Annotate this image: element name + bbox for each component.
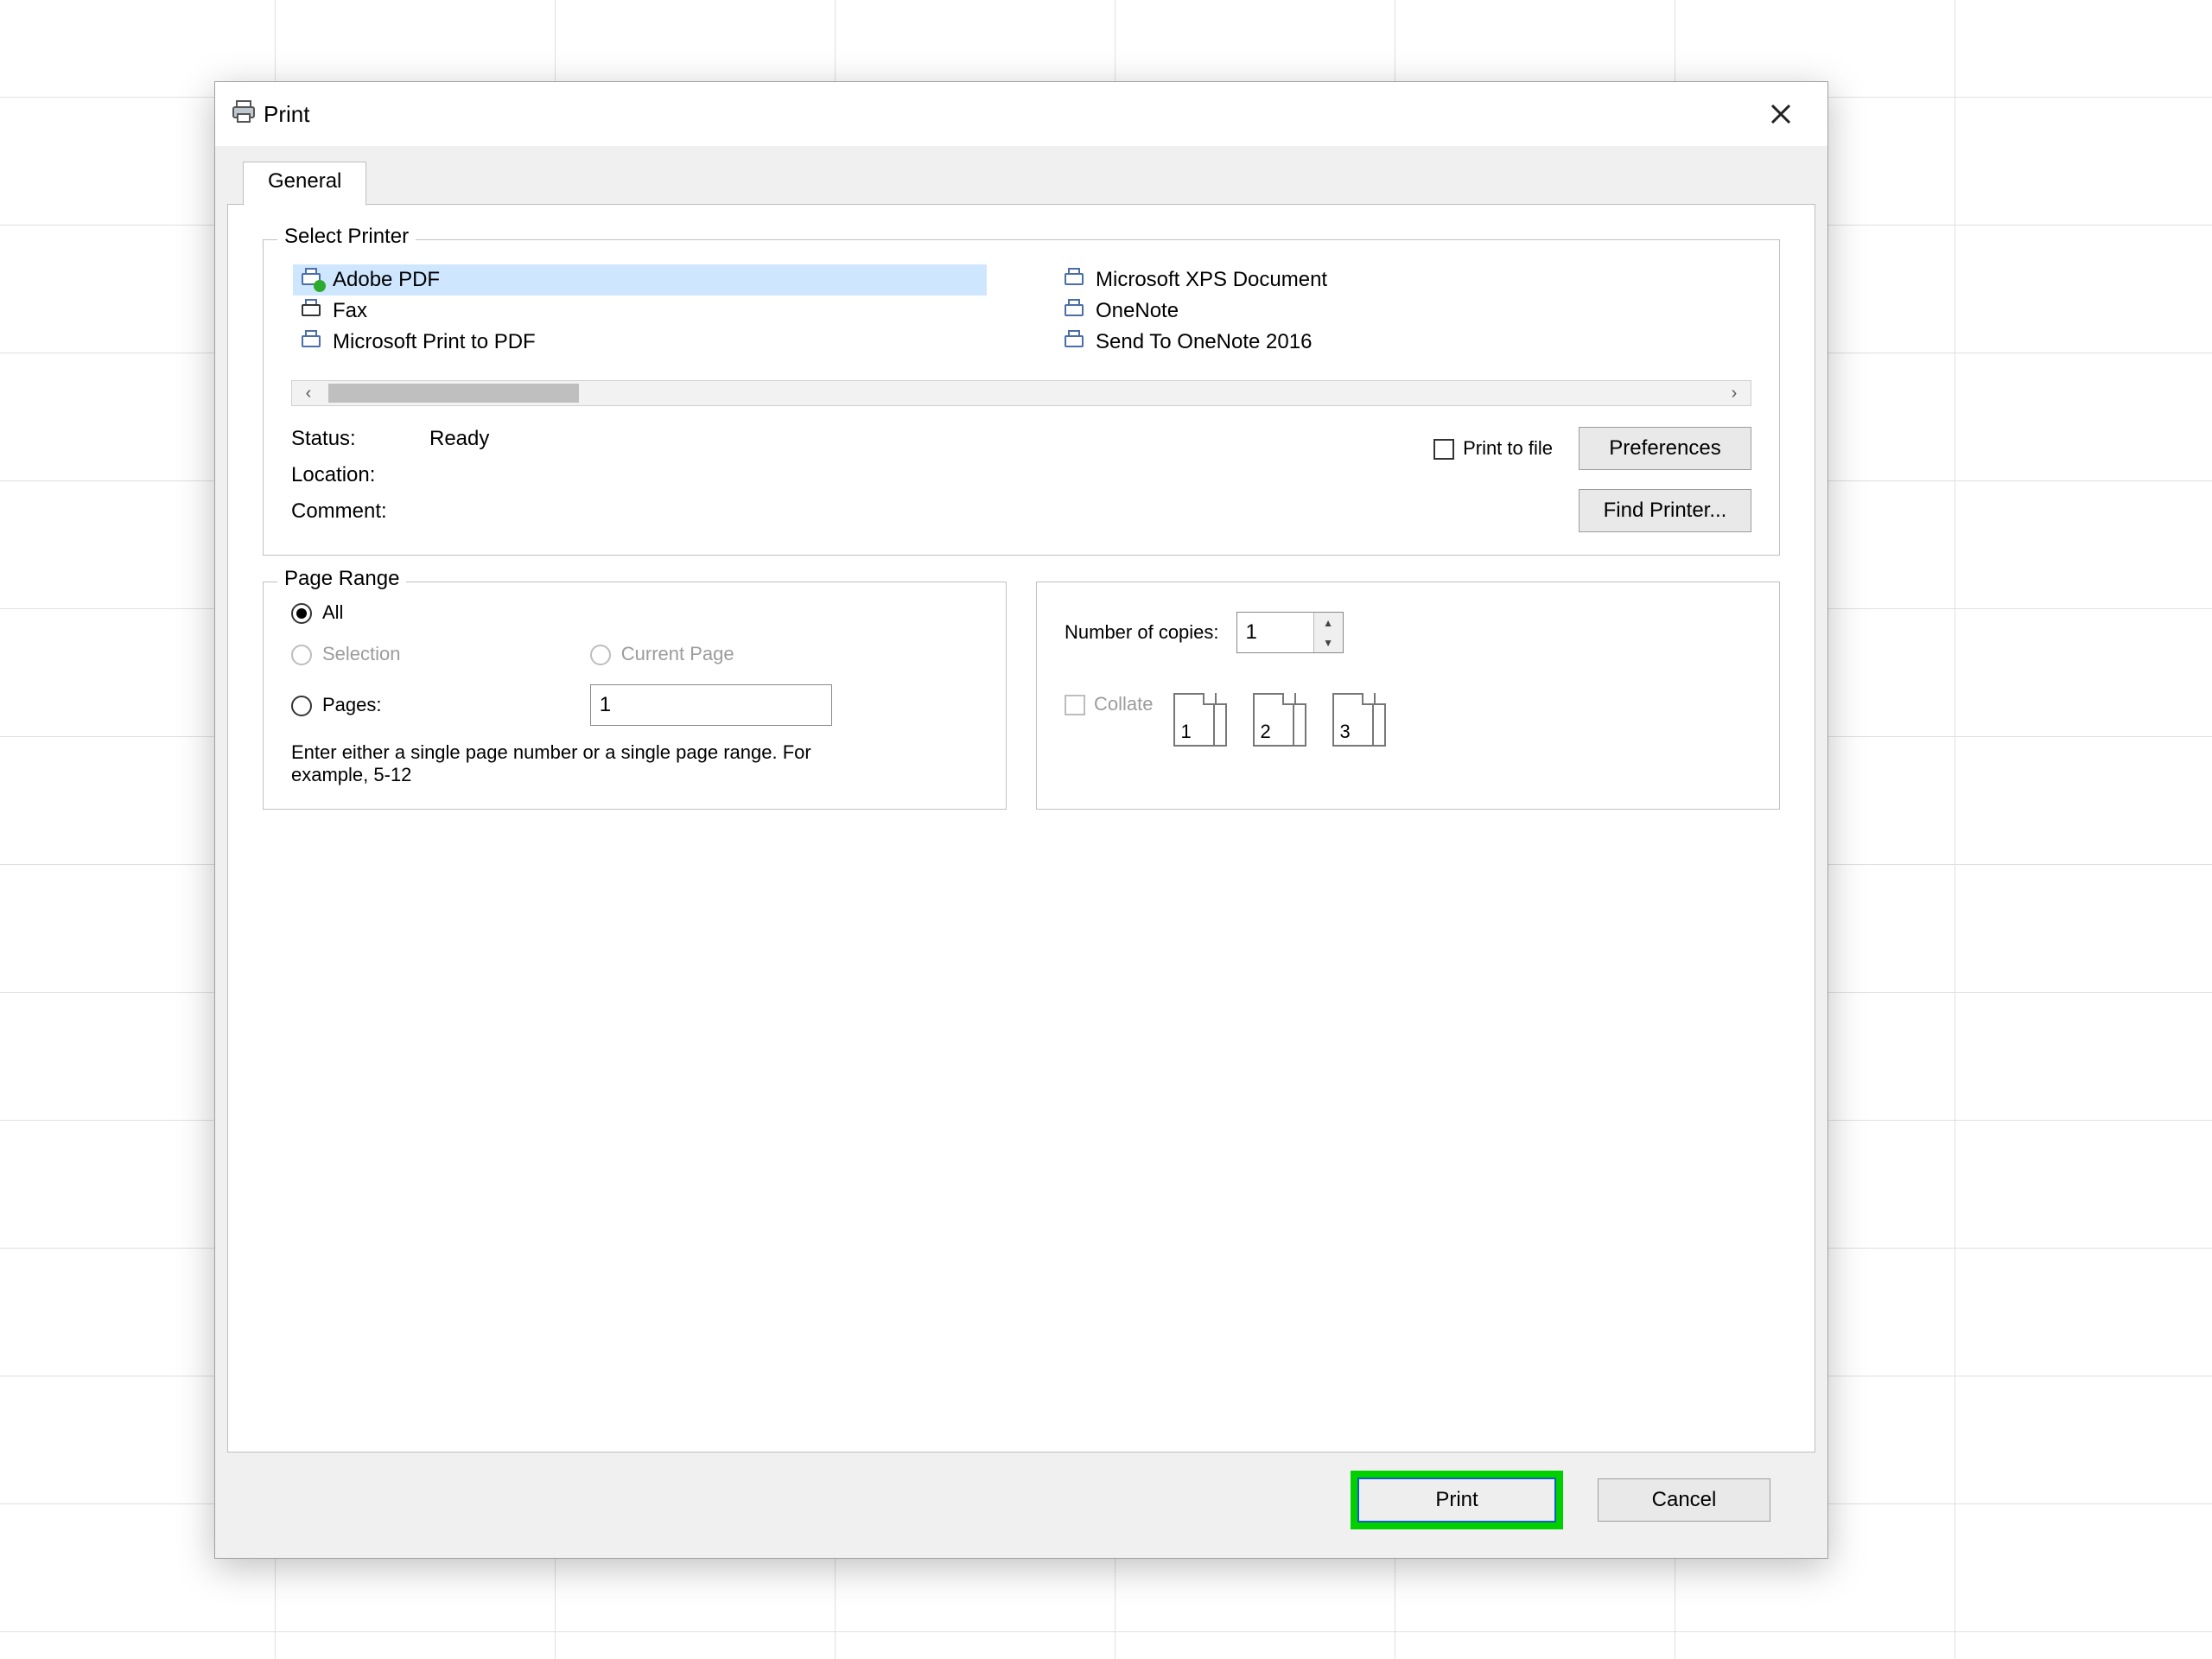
page-range-hint: Enter either a single page number or a s… (291, 741, 827, 786)
close-button[interactable] (1750, 92, 1812, 136)
spinner-up-icon[interactable]: ▲ (1314, 613, 1343, 632)
spinner-down-icon[interactable]: ▼ (1314, 632, 1343, 652)
select-printer-group: Select Printer Adobe PDF Fax (263, 239, 1780, 556)
checkbox-icon (1433, 439, 1454, 460)
dialog-footer: Print Cancel (227, 1452, 1815, 1548)
radio-icon (291, 696, 312, 716)
copies-spinner[interactable]: ▲ ▼ (1236, 612, 1344, 653)
printer-label: Microsoft Print to PDF (333, 330, 536, 354)
radio-all[interactable]: All (291, 601, 547, 624)
collate-checkbox: Collate (1065, 693, 1153, 715)
select-printer-legend: Select Printer (277, 225, 416, 249)
printer-label: OneNote (1096, 299, 1179, 323)
checkbox-icon (1065, 695, 1085, 715)
comment-label: Comment: (291, 499, 429, 524)
tabstrip: General (227, 158, 1815, 205)
radio-pages[interactable]: Pages: (291, 694, 547, 716)
fax-icon (298, 301, 324, 321)
location-label: Location: (291, 463, 429, 487)
scroll-thumb[interactable] (328, 384, 579, 403)
radio-icon (291, 603, 312, 624)
printer-item-ms-print-to-pdf[interactable]: Microsoft Print to PDF (293, 327, 987, 358)
print-to-file-label: Print to file (1463, 437, 1553, 459)
printer-label: Send To OneNote 2016 (1096, 330, 1312, 354)
print-button[interactable]: Print (1357, 1478, 1556, 1522)
radio-icon (291, 645, 312, 665)
printer-icon (1061, 270, 1087, 290)
tutorial-highlight: Print (1351, 1471, 1563, 1529)
printer-icon (1061, 301, 1087, 321)
print-dialog: Print General Select Printer Adobe PDF (214, 81, 1828, 1559)
cancel-button[interactable]: Cancel (1598, 1478, 1770, 1522)
tab-general[interactable]: General (243, 162, 366, 206)
titlebar: Print (215, 82, 1827, 146)
pages-input[interactable] (590, 684, 832, 726)
radio-selection: Selection (291, 643, 547, 665)
status-label: Status: (291, 427, 429, 451)
printer-label: Microsoft XPS Document (1096, 268, 1327, 292)
printer-item-onenote[interactable]: OneNote (1056, 296, 1750, 327)
printer-list-scrollbar[interactable]: ‹ › (291, 380, 1751, 406)
dialog-title: Print (257, 101, 309, 128)
printer-icon (1061, 332, 1087, 353)
preferences-button[interactable]: Preferences (1579, 427, 1751, 470)
copies-group: Number of copies: ▲ ▼ Collate (1036, 582, 1780, 810)
copies-label: Number of copies: (1065, 621, 1219, 644)
printer-icon (298, 270, 324, 290)
page-range-group: Page Range All Selection Current Page Pa… (263, 582, 1007, 810)
printer-item-fax[interactable]: Fax (293, 296, 987, 327)
radio-icon (590, 645, 611, 665)
page-range-legend: Page Range (277, 567, 406, 591)
printer-icon (231, 99, 257, 129)
copies-input[interactable] (1237, 613, 1313, 652)
scroll-left-icon[interactable]: ‹ (292, 384, 325, 404)
printer-label: Adobe PDF (333, 268, 440, 292)
printer-item-send-to-onenote[interactable]: Send To OneNote 2016 (1056, 327, 1750, 358)
printer-list[interactable]: Adobe PDF Fax Microsoft Print to PDF (291, 259, 1751, 365)
printer-item-adobe-pdf[interactable]: Adobe PDF (293, 264, 987, 296)
find-printer-button[interactable]: Find Printer... (1579, 489, 1751, 532)
scroll-right-icon[interactable]: › (1718, 384, 1751, 404)
status-value: Ready (429, 427, 585, 451)
print-to-file-checkbox[interactable]: Print to file (1433, 437, 1553, 460)
collate-label: Collate (1094, 693, 1153, 715)
printer-icon (298, 332, 324, 353)
radio-current-page: Current Page (590, 643, 978, 665)
collate-illustration: 11 22 33 (1173, 693, 1393, 757)
printer-item-xps[interactable]: Microsoft XPS Document (1056, 264, 1750, 296)
printer-label: Fax (333, 299, 367, 323)
